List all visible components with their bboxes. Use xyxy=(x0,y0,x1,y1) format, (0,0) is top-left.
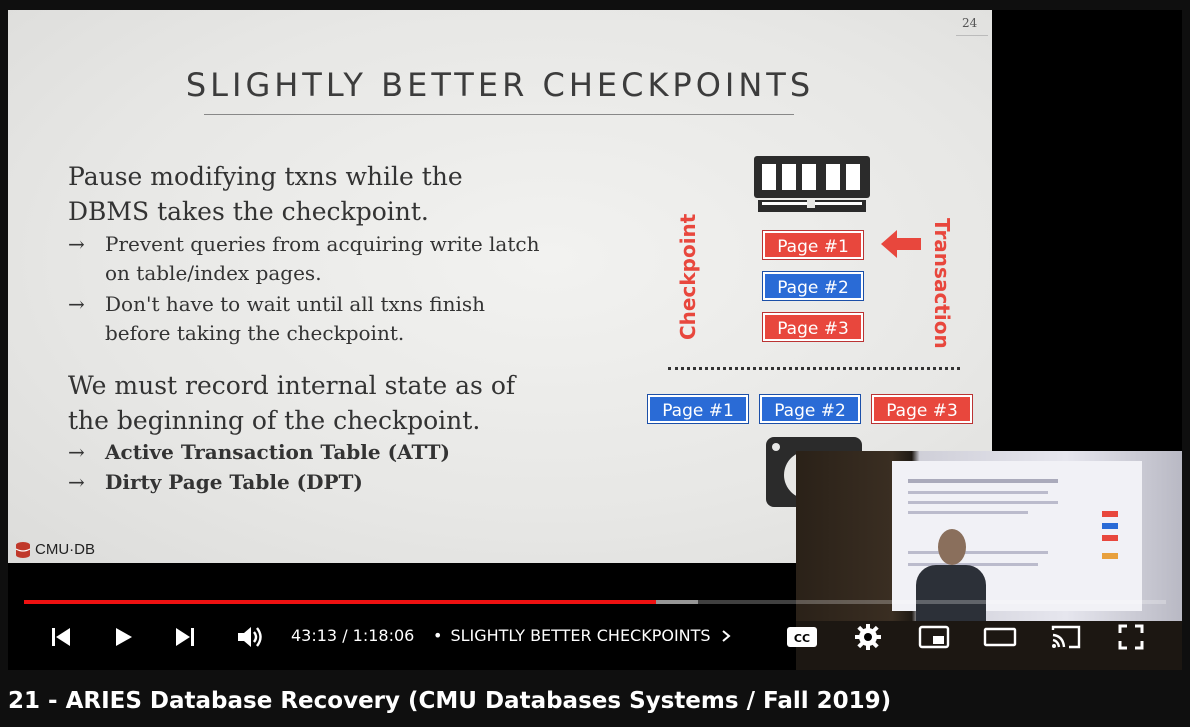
chapter-title: SLIGHTLY BETTER CHECKPOINTS xyxy=(450,626,711,645)
paragraph-2-line-2: the beginning of the checkpoint. xyxy=(68,406,481,435)
settings-icon xyxy=(855,624,881,650)
time-display: 43:13 / 1:18:06 xyxy=(291,626,415,645)
paragraph-1-line-2: DBMS takes the checkpoint. xyxy=(68,197,429,226)
previous-icon xyxy=(52,628,70,646)
bullet-3: → Active Transaction Table (ATT) xyxy=(68,438,450,467)
play-button[interactable] xyxy=(108,622,138,652)
disk-page-1: Page #1 xyxy=(647,394,749,424)
memory-icon xyxy=(754,156,870,212)
play-icon xyxy=(116,628,132,646)
progress-played xyxy=(24,600,657,604)
progress-bar[interactable] xyxy=(24,600,1166,604)
theater-icon xyxy=(983,627,1017,647)
bullet-4-text: Dirty Page Table (DPT) xyxy=(105,470,363,494)
memory-page-1: Page #1 xyxy=(762,230,864,260)
arrow-glyph: → xyxy=(68,232,85,256)
theater-mode-button[interactable] xyxy=(982,622,1018,652)
fullscreen-icon xyxy=(1118,624,1144,650)
cmudb-logo-text: CMU·DB xyxy=(35,541,95,558)
bullet-1-line-1: Prevent queries from acquiring write lat… xyxy=(105,232,540,256)
chevron-right-icon xyxy=(721,629,731,642)
bullet-1: → Prevent queries from acquiring write la… xyxy=(68,230,539,259)
page-number-divider xyxy=(956,35,988,36)
bullet-2-line-2: before taking the checkpoint. xyxy=(105,321,405,345)
fullscreen-button[interactable] xyxy=(1114,622,1148,652)
paragraph-2-line-1: We must record internal state as of xyxy=(68,371,516,400)
arrow-glyph: → xyxy=(68,292,85,316)
settings-button[interactable] xyxy=(852,622,884,652)
bullet-1-line-2: on table/index pages. xyxy=(105,261,322,285)
slide-title: SLIGHTLY BETTER CHECKPOINTS xyxy=(185,66,815,104)
bullet-2-line-1: Don't have to wait until all txns finish xyxy=(105,292,486,316)
paragraph-1-line-1: Pause modifying txns while the xyxy=(68,162,463,191)
memory-page-3: Page #3 xyxy=(762,312,864,342)
video-title: 21 - ARIES Database Recovery (CMU Databa… xyxy=(8,688,892,714)
checkpoint-label: Checkpoint xyxy=(676,213,700,340)
memory-disk-divider xyxy=(668,367,960,370)
slide-page-number: 24 xyxy=(962,16,978,30)
chapter-button[interactable]: • SLIGHTLY BETTER CHECKPOINTS xyxy=(433,626,733,645)
next-button[interactable] xyxy=(170,622,200,652)
previous-button[interactable] xyxy=(46,622,76,652)
disk-page-3: Page #3 xyxy=(871,394,973,424)
transaction-label: Transaction xyxy=(930,218,954,349)
video-player[interactable]: 24 SLIGHTLY BETTER CHECKPOINTS Pause mod… xyxy=(8,10,1182,670)
bullet-2-cont: before taking the checkpoint. xyxy=(68,319,404,348)
miniplayer-icon xyxy=(918,625,950,649)
next-icon xyxy=(176,628,194,646)
cast-icon xyxy=(1051,625,1081,649)
bullet-4: → Dirty Page Table (DPT) xyxy=(68,468,363,497)
arrow-glyph: → xyxy=(68,470,85,494)
miniplayer-button[interactable] xyxy=(916,622,952,652)
volume-button[interactable] xyxy=(233,620,267,654)
title-divider xyxy=(204,114,794,115)
cmudb-logo-icon xyxy=(15,542,31,558)
bullet-1-cont: on table/index pages. xyxy=(68,259,322,288)
chapter-separator: • xyxy=(433,626,443,645)
volume-icon xyxy=(238,627,262,647)
left-arrow-icon xyxy=(881,230,921,258)
svg-text:CC: CC xyxy=(794,632,810,645)
memory-page-2: Page #2 xyxy=(762,271,864,301)
arrow-glyph: → xyxy=(68,440,85,464)
bullet-2: → Don't have to wait until all txns finis… xyxy=(68,290,485,319)
disk-page-2: Page #2 xyxy=(759,394,861,424)
cast-button[interactable] xyxy=(1048,622,1084,652)
captions-button[interactable]: CC xyxy=(785,622,819,652)
captions-icon: CC xyxy=(787,627,817,647)
bullet-3-text: Active Transaction Table (ATT) xyxy=(105,440,450,464)
